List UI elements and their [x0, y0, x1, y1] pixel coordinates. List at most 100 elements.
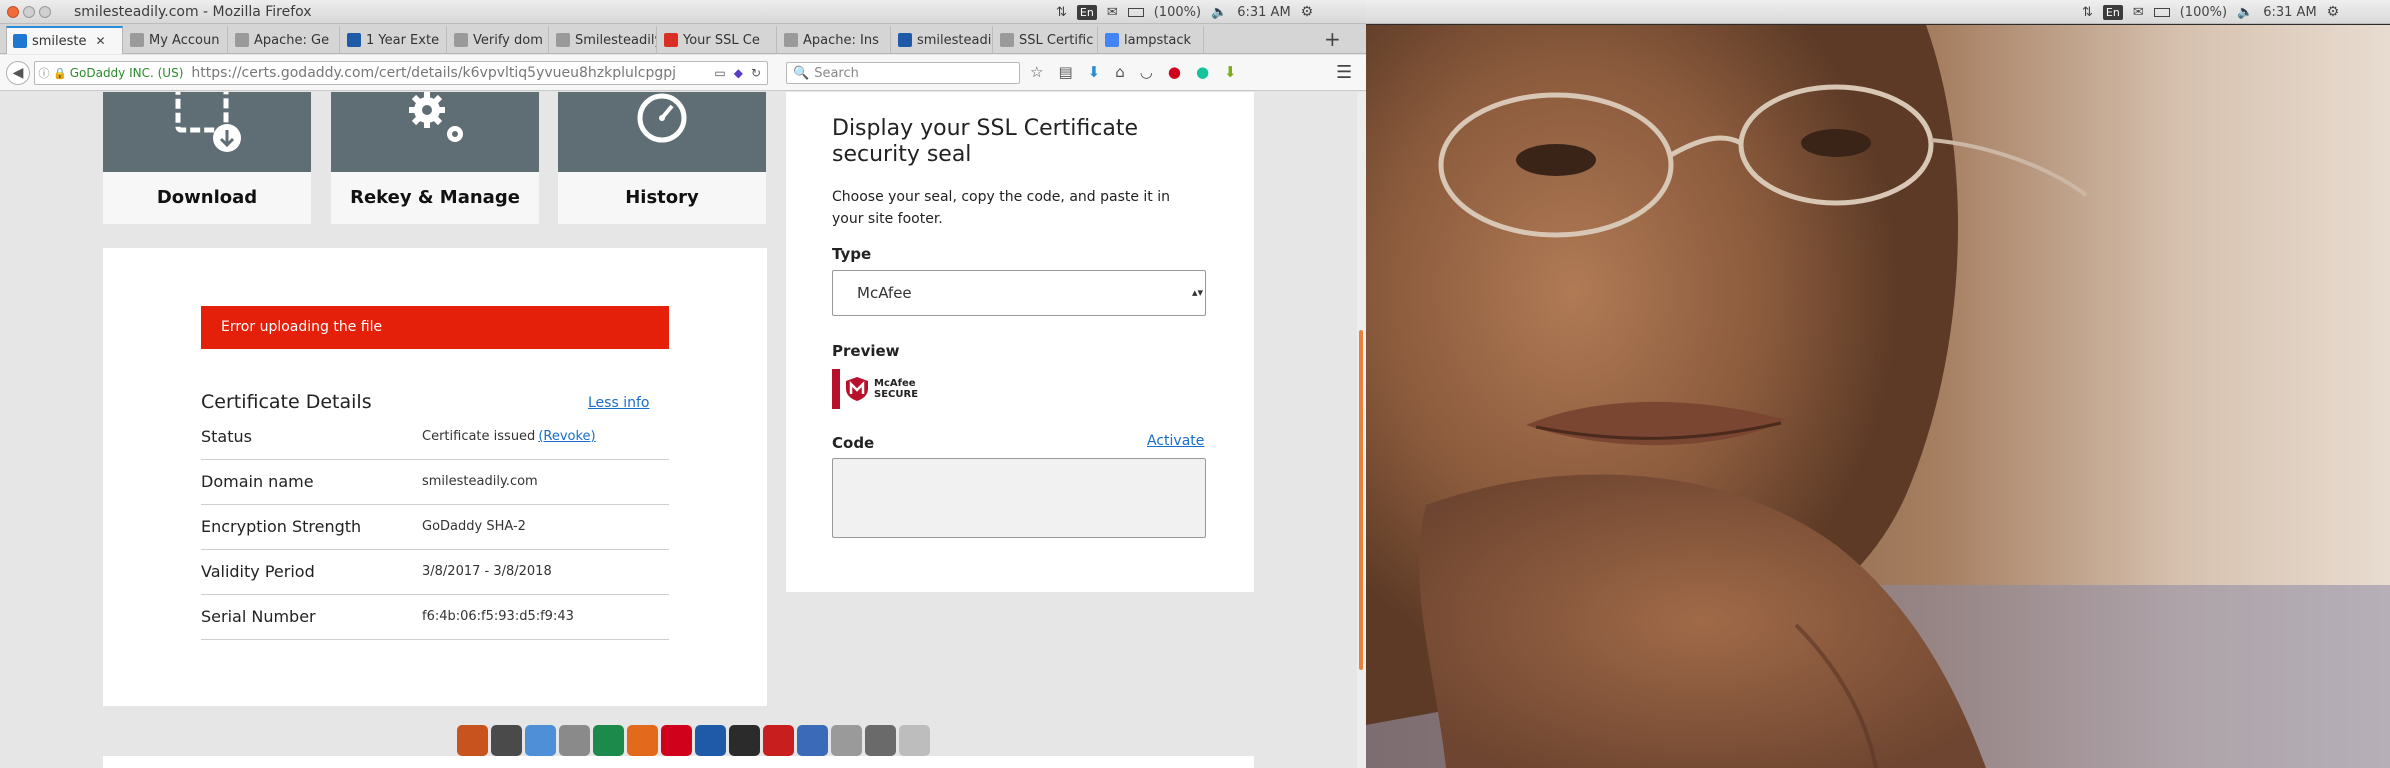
- search-input[interactable]: 🔍 Search: [786, 62, 1020, 84]
- seal-code-box[interactable]: [832, 458, 1206, 538]
- window-title: smilesteadily.com - Mozilla Firefox: [74, 4, 312, 20]
- extension-icon[interactable]: ◆: [734, 66, 743, 80]
- scrollbar-thumb[interactable]: [1359, 330, 1363, 670]
- reader-view-icon[interactable]: ▭: [714, 66, 725, 80]
- tab-strip: smileste ✕ My Accoun Apache: Ge 1 Year Exte V…: [0, 24, 1366, 54]
- bookmarks-list-icon[interactable]: ▤: [1058, 63, 1072, 81]
- network-transfer-icon[interactable]: ⇅: [1056, 5, 1067, 20]
- clock[interactable]: 6:31 AM: [1237, 5, 1290, 20]
- back-button[interactable]: ◀: [6, 61, 30, 85]
- window-minimize-button[interactable]: [23, 6, 35, 18]
- seal-type-select[interactable]: McAfee ▴▾: [832, 270, 1206, 316]
- detail-value: f6:4b:06:f5:93:d5:f9:43: [422, 609, 574, 624]
- less-info-link[interactable]: Less info: [588, 395, 649, 411]
- tab-7[interactable]: Your SSL Ce: [658, 26, 777, 54]
- keyboard-layout-indicator[interactable]: En: [1076, 4, 1097, 20]
- badge-stripe: [832, 369, 840, 409]
- network-transfer-icon[interactable]: ⇅: [2082, 5, 2093, 20]
- tab-1[interactable]: smileste ✕: [6, 26, 123, 54]
- tab-10[interactable]: SSL Certific: [994, 26, 1098, 54]
- sublime-icon[interactable]: [491, 725, 522, 756]
- tab-favicon-icon: [347, 33, 361, 47]
- site-identity[interactable]: GoDaddy INC. (US): [70, 66, 184, 80]
- bookmark-star-icon[interactable]: ☆: [1030, 63, 1043, 81]
- download-tile[interactable]: Download: [103, 92, 311, 224]
- tab-label: Apache: Ins: [803, 32, 879, 48]
- battery-percent: (100%): [2179, 4, 2228, 20]
- system-gear-icon[interactable]: ⚙: [2327, 4, 2340, 20]
- tab-label: Verify dom: [473, 32, 543, 48]
- mail-indicator-icon[interactable]: ✉: [2133, 5, 2144, 20]
- hamburger-menu-icon[interactable]: ☰: [1336, 62, 1352, 83]
- rekey-manage-label: Rekey & Manage: [350, 187, 520, 208]
- activate-link[interactable]: Activate: [1147, 433, 1204, 449]
- tab-favicon-icon: [130, 33, 144, 47]
- tab-2[interactable]: My Accoun: [124, 26, 228, 54]
- tab-favicon-icon: [664, 33, 678, 47]
- battery-icon[interactable]: [1127, 7, 1144, 17]
- tab-favicon-icon: [13, 34, 27, 48]
- filezilla-icon[interactable]: [763, 725, 794, 756]
- detail-row-status: Status Certificate issued (Revoke): [201, 415, 669, 460]
- camera-icon[interactable]: [865, 725, 896, 756]
- tab-favicon-icon: [556, 33, 570, 47]
- code-label: Code: [832, 434, 875, 452]
- window-maximize-button[interactable]: [39, 6, 51, 18]
- grammarly-icon[interactable]: ●: [1196, 63, 1209, 81]
- download-helper-icon[interactable]: ⬇: [1224, 63, 1237, 81]
- tab-label: smilesteadi: [917, 32, 992, 48]
- tab-label: My Accoun: [149, 32, 220, 48]
- seal-type-value: McAfee: [857, 284, 912, 302]
- pycharm-icon[interactable]: [593, 725, 624, 756]
- chromium-icon[interactable]: [525, 725, 556, 756]
- tab-3[interactable]: Apache: Ge: [229, 26, 340, 54]
- seal-description: Choose your seal, copy the code, and pas…: [832, 189, 1171, 227]
- tab-9[interactable]: smilesteadi: [892, 26, 993, 54]
- network-icon[interactable]: [797, 725, 828, 756]
- pocket-icon[interactable]: ◡: [1140, 63, 1153, 81]
- clock[interactable]: 6:31 AM: [2263, 5, 2316, 20]
- volume-icon[interactable]: 🔈: [2237, 5, 2253, 20]
- opera-icon[interactable]: [661, 725, 692, 756]
- certificate-download-icon: [175, 92, 241, 152]
- keyboard-layout-indicator[interactable]: En: [2102, 4, 2123, 20]
- anchor-icon[interactable]: [457, 725, 488, 756]
- mail-indicator-icon[interactable]: ✉: [1107, 5, 1118, 20]
- mcafee-secure-badge: McAfee SECURE: [832, 369, 928, 409]
- url-text[interactable]: https://certs.godaddy.com/cert/details/k…: [191, 65, 691, 81]
- mail-icon[interactable]: [899, 725, 930, 756]
- badge-line-1: McAfee: [874, 378, 916, 389]
- mcafee-shield-icon: [846, 377, 868, 401]
- window-close-button[interactable]: [7, 6, 19, 18]
- battery-icon[interactable]: [2153, 7, 2170, 17]
- tab-8[interactable]: Apache: Ins: [778, 26, 891, 54]
- system-gear-icon[interactable]: ⚙: [1301, 4, 1314, 20]
- downloads-icon[interactable]: ⬇: [1088, 63, 1101, 81]
- terminal-icon[interactable]: [729, 725, 760, 756]
- url-bar[interactable]: ⓘ 🔒 GoDaddy INC. (US) https://certs.goda…: [34, 61, 768, 85]
- tab-label: Smilesteadily: [575, 32, 657, 48]
- revoke-link[interactable]: (Revoke): [538, 429, 595, 444]
- rekey-manage-tile[interactable]: Rekey & Manage: [331, 92, 539, 224]
- home-icon[interactable]: ⌂: [1115, 63, 1125, 81]
- info-icon[interactable]: ⓘ: [35, 65, 53, 81]
- tab-close-icon[interactable]: ✕: [96, 34, 106, 48]
- lock-icon[interactable]: 🔒: [53, 67, 67, 80]
- new-tab-button[interactable]: +: [1324, 27, 1341, 51]
- volume-icon[interactable]: 🔈: [1211, 5, 1227, 20]
- tab-5[interactable]: Verify dom: [448, 26, 549, 54]
- firefox-icon[interactable]: [627, 725, 658, 756]
- detail-value: Certificate issued (Revoke): [422, 429, 596, 444]
- search-icon: 🔍: [793, 65, 810, 81]
- history-tile[interactable]: History: [558, 92, 766, 224]
- tab-favicon-icon: [235, 33, 249, 47]
- tab-4[interactable]: 1 Year Exte: [341, 26, 447, 54]
- tab-favicon-icon: [1000, 33, 1014, 47]
- virtualbox-icon[interactable]: [695, 725, 726, 756]
- files-icon[interactable]: [559, 725, 590, 756]
- tab-6[interactable]: Smilesteadily: [550, 26, 657, 54]
- tab-11[interactable]: lampstack: [1099, 26, 1204, 54]
- reload-icon[interactable]: ↻: [751, 66, 761, 80]
- pinterest-icon[interactable]: ●: [1168, 63, 1181, 81]
- editor-icon[interactable]: [831, 725, 862, 756]
